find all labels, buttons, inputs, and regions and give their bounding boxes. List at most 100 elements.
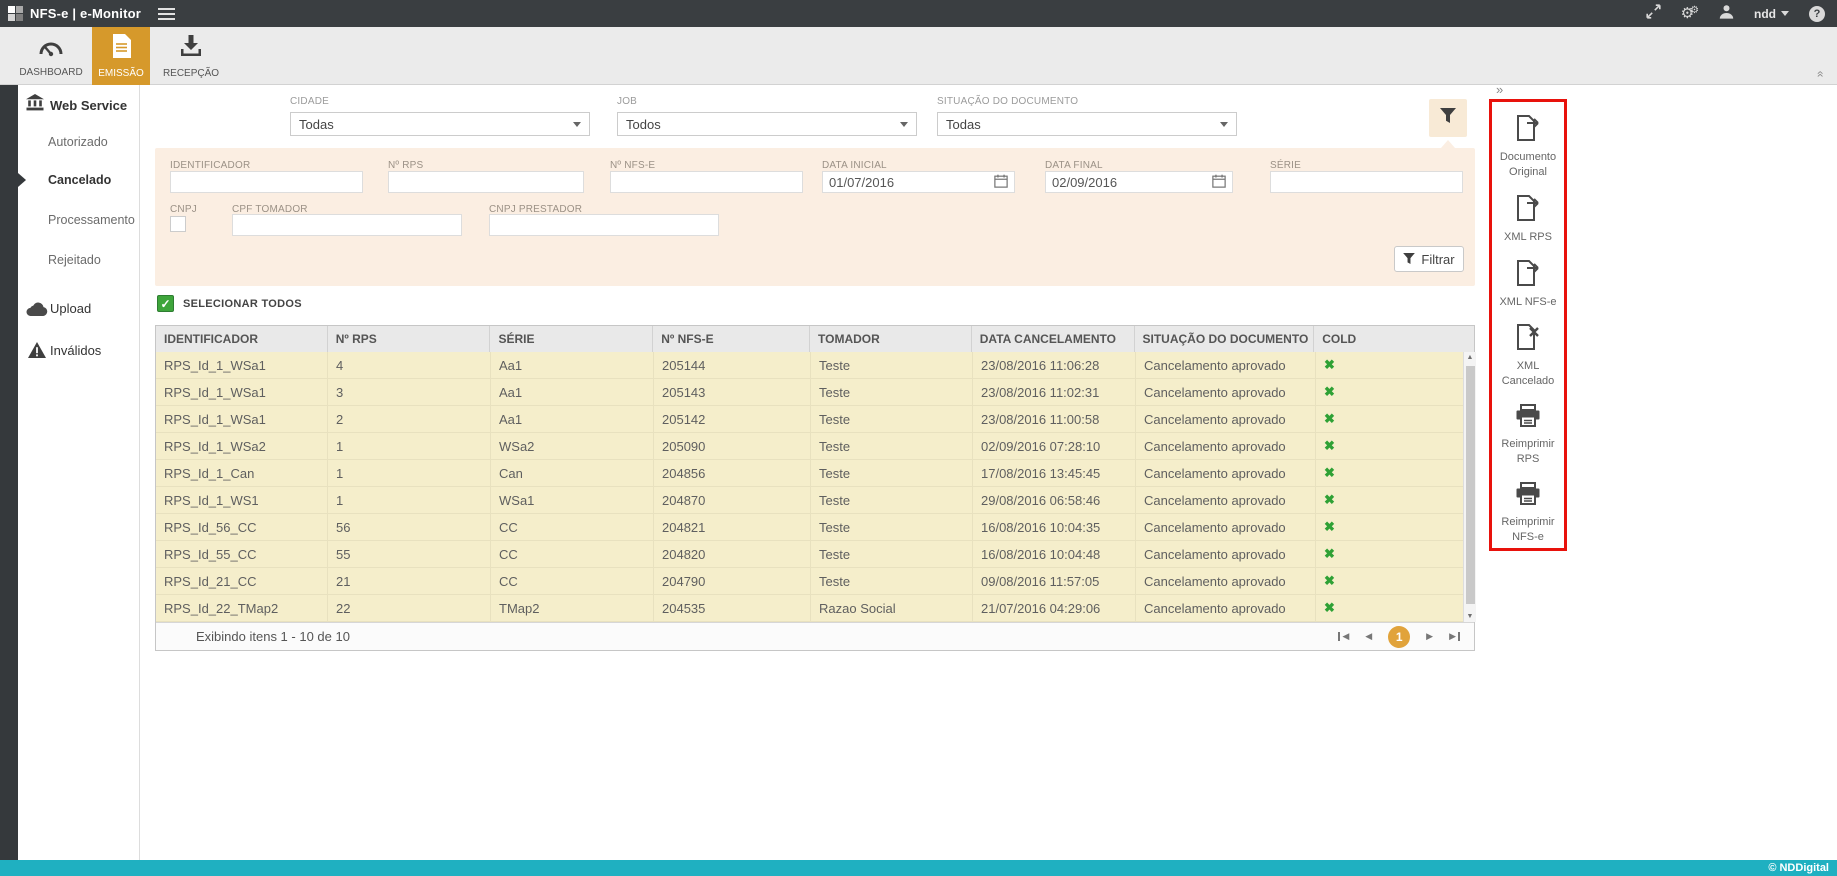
app-window: NFS-e | e-Monitor ⚙⚙ ndd ? DASHBOARD — [0, 0, 1837, 876]
table-row[interactable]: RPS_Id_22_TMap222TMap2204535Razao Social… — [156, 595, 1463, 622]
select-all-checkbox-row[interactable]: ✓ SELECIONAR TODOS — [157, 295, 302, 312]
job-select[interactable]: Todos — [617, 112, 917, 136]
action-xml-nfse[interactable]: XML NFS-e — [1495, 260, 1561, 310]
column-header-n-rps[interactable]: Nº RPS — [328, 326, 491, 352]
document-icon — [112, 34, 131, 63]
table-cell: Aa1 — [491, 379, 654, 405]
scrollbar-thumb[interactable] — [1466, 366, 1475, 604]
table-cell: CC — [491, 541, 654, 567]
table-cell: RPS_Id_1_WSa1 — [156, 352, 328, 378]
column-header-n-nfse[interactable]: Nº NFS-E — [653, 326, 810, 352]
column-header-cold[interactable]: COLD — [1314, 326, 1461, 352]
cold-cell: ✖ — [1316, 433, 1463, 459]
selected-item-arrow — [18, 173, 26, 187]
action-xml-rps[interactable]: XML RPS — [1495, 195, 1561, 245]
calendar-icon[interactable] — [1212, 174, 1226, 191]
funnel-icon — [1403, 252, 1415, 267]
n-rps-input[interactable] — [388, 171, 584, 193]
scroll-up-icon[interactable]: ▲ — [1464, 354, 1476, 361]
serie-label: SÉRIE — [1270, 160, 1301, 171]
table-cell: 204790 — [654, 568, 811, 594]
table-cell: RPS_Id_56_CC — [156, 514, 328, 540]
cold-cancel-x-icon: ✖ — [1324, 600, 1335, 616]
cpf-tomador-input[interactable] — [232, 214, 462, 236]
sidebar-item-rejeitado[interactable]: Rejeitado — [18, 243, 140, 277]
table-cell: RPS_Id_1_WSa2 — [156, 433, 328, 459]
cold-cancel-x-icon: ✖ — [1324, 411, 1335, 427]
table-row[interactable]: RPS_Id_1_WS11WSa1204870Teste29/08/2016 0… — [156, 487, 1463, 514]
chevron-down-icon — [573, 122, 581, 127]
sidebar-item-invalidos[interactable]: Inválidos — [18, 335, 140, 365]
table-cell: 204870 — [654, 487, 811, 513]
action-xml-cancelado[interactable]: XML Cancelado — [1495, 324, 1561, 389]
table-cell: RPS_Id_22_TMap2 — [156, 595, 328, 621]
table-row[interactable]: RPS_Id_55_CC55CC204820Teste16/08/2016 10… — [156, 541, 1463, 568]
pagination-next-button[interactable]: ▶ — [1426, 632, 1433, 641]
cidade-select[interactable]: Todas — [290, 112, 590, 136]
n-nfse-input[interactable] — [610, 171, 803, 193]
ndd-logo-icon — [8, 6, 23, 21]
table-row[interactable]: RPS_Id_1_WSa12Aa1205142Teste23/08/2016 1… — [156, 406, 1463, 433]
user-icon[interactable] — [1719, 4, 1734, 24]
column-header-data-cancelamento[interactable]: DATA CANCELAMENTO — [972, 326, 1135, 352]
action-reimprimir-nfse[interactable]: Reimprimir NFS-e — [1495, 482, 1561, 545]
sidebar-item-upload[interactable]: Upload — [18, 293, 140, 323]
cnpj-checkbox[interactable] — [170, 216, 186, 232]
filtrar-button[interactable]: Filtrar — [1394, 246, 1464, 272]
cnpj-prestador-input[interactable] — [489, 214, 719, 236]
panel-collapse-icon[interactable]: » — [1496, 82, 1503, 97]
checkbox-checked-icon[interactable]: ✓ — [157, 295, 174, 312]
pagination: ◀ ◀ 1 ▶ ▶ — [1338, 626, 1460, 648]
sidebar-item-autorizado[interactable]: Autorizado — [18, 125, 140, 159]
situacao-select[interactable]: Todas — [937, 112, 1237, 136]
table-scrollbar[interactable]: ▲ ▼ — [1463, 352, 1476, 622]
fullscreen-icon[interactable] — [1646, 4, 1661, 24]
pagination-current-page[interactable]: 1 — [1388, 626, 1410, 648]
table-row[interactable]: RPS_Id_21_CC21CC204790Teste09/08/2016 11… — [156, 568, 1463, 595]
table-cell: 1 — [328, 460, 491, 486]
column-header-identificador[interactable]: IDENTIFICADOR — [156, 326, 328, 352]
table-row[interactable]: RPS_Id_56_CC56CC204821Teste16/08/2016 10… — [156, 514, 1463, 541]
action-reimprimir-rps[interactable]: Reimprimir RPS — [1495, 404, 1561, 467]
serie-input[interactable] — [1270, 171, 1463, 193]
table-row[interactable]: RPS_Id_1_WSa14Aa1205144Teste23/08/2016 1… — [156, 352, 1463, 379]
cnpj-label: CNPJ — [170, 204, 197, 215]
table-cell: 09/08/2016 11:57:05 — [973, 568, 1136, 594]
tab-recepcao[interactable]: RECEPÇÃO — [162, 27, 220, 85]
sidebar-item-web-service[interactable]: Web Service — [18, 91, 140, 119]
filter-toggle-button[interactable] — [1429, 99, 1467, 137]
menu-toggle-icon[interactable] — [158, 8, 175, 23]
calendar-icon[interactable] — [994, 174, 1008, 191]
user-menu[interactable]: ndd — [1754, 7, 1789, 21]
cold-cell: ✖ — [1316, 379, 1463, 405]
column-header-situacao[interactable]: SITUAÇÃO DO DOCUMENTO — [1135, 326, 1315, 352]
pagination-prev-button[interactable]: ◀ — [1365, 632, 1372, 641]
column-header-serie[interactable]: SÉRIE — [490, 326, 653, 352]
table-row[interactable]: RPS_Id_1_Can1Can204856Teste17/08/2016 13… — [156, 460, 1463, 487]
tab-dashboard[interactable]: DASHBOARD — [22, 27, 80, 85]
toolbar-collapse-icon[interactable]: » — [1813, 71, 1827, 78]
table-footer: Exibindo itens 1 - 10 de 10 ◀ ◀ 1 ▶ ▶ — [156, 622, 1474, 650]
pagination-last-button[interactable]: ▶ — [1449, 632, 1460, 641]
data-final-input[interactable]: 02/09/2016 — [1045, 171, 1233, 193]
settings-gears-icon[interactable]: ⚙⚙ — [1681, 6, 1699, 21]
scroll-down-icon[interactable]: ▼ — [1464, 613, 1476, 620]
table-row[interactable]: RPS_Id_1_WSa13Aa1205143Teste23/08/2016 1… — [156, 379, 1463, 406]
column-header-tomador[interactable]: TOMADOR — [810, 326, 972, 352]
tab-emissao[interactable]: EMISSÃO — [92, 27, 150, 85]
actions-panel-annotation-red-box: Documento Original XML RPS XML NFS-e XML… — [1489, 99, 1567, 551]
data-inicial-input[interactable]: 01/07/2016 — [822, 171, 1015, 193]
gauge-icon — [38, 35, 64, 62]
table-row[interactable]: RPS_Id_1_WSa21WSa2205090Teste02/09/2016 … — [156, 433, 1463, 460]
filter-group-cidade: CIDADE Todas — [290, 96, 590, 136]
table-cell: Cancelamento aprovado — [1136, 514, 1316, 540]
sidebar-item-cancelado[interactable]: Cancelado — [18, 163, 140, 197]
table-cell: WSa1 — [491, 487, 654, 513]
sidebar-item-processamento[interactable]: Processamento — [18, 203, 140, 237]
table-cell: 17/08/2016 13:45:45 — [973, 460, 1136, 486]
action-documento-original[interactable]: Documento Original — [1495, 115, 1561, 180]
help-icon[interactable]: ? — [1809, 6, 1825, 22]
table-cell: Cancelamento aprovado — [1136, 406, 1316, 432]
pagination-first-button[interactable]: ◀ — [1338, 632, 1349, 641]
identificador-input[interactable] — [170, 171, 363, 193]
